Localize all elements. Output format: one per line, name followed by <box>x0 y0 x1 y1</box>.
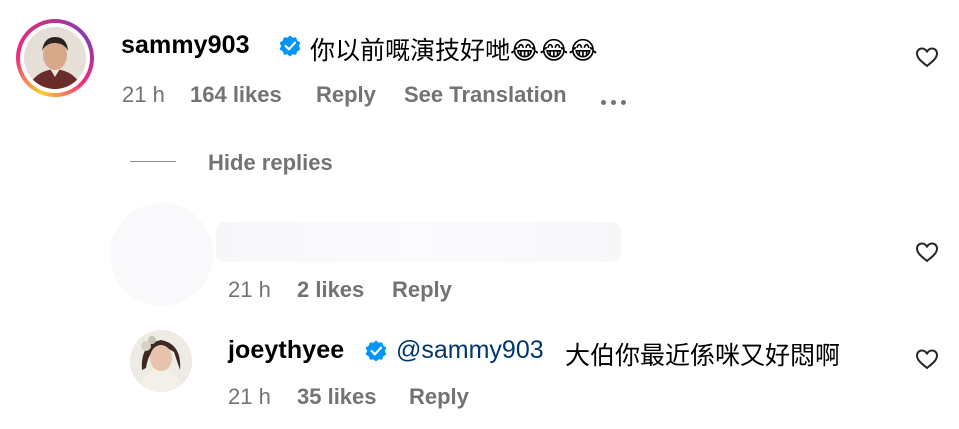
likes-count[interactable]: 35 likes <box>297 384 377 410</box>
verified-badge-icon <box>365 340 387 362</box>
comment-text: 大伯你最近係咪又好悶啊 <box>565 342 841 370</box>
comment-username[interactable]: joeythyee <box>228 336 344 365</box>
comment-time: 21 h <box>122 82 165 107</box>
avatar-image <box>24 27 86 89</box>
reply-button[interactable]: Reply <box>392 277 452 303</box>
comment-text <box>216 222 621 262</box>
heart-icon[interactable] <box>915 241 939 263</box>
comment-time: 21 h <box>228 384 271 409</box>
heart-icon[interactable] <box>915 46 939 68</box>
avatar[interactable] <box>24 27 86 89</box>
verified-badge-icon <box>279 35 301 57</box>
mention-link[interactable]: @sammy903 <box>396 336 544 365</box>
heart-icon[interactable] <box>915 348 939 370</box>
comment-username[interactable]: sammy903 <box>121 31 250 60</box>
avatar[interactable] <box>130 330 192 392</box>
hide-replies-button[interactable]: Hide replies <box>208 150 333 176</box>
comment-text: 你以前嘅演技好哋😂😂😂 <box>310 37 598 65</box>
comment-time: 21 h <box>228 277 271 302</box>
reply-button[interactable]: Reply <box>409 384 469 410</box>
more-options-icon[interactable] <box>601 92 631 110</box>
avatar[interactable] <box>110 203 213 306</box>
avatar-image <box>130 330 192 392</box>
likes-count[interactable]: 2 likes <box>297 277 364 303</box>
see-translation-button[interactable]: See Translation <box>404 82 567 108</box>
replies-divider <box>130 161 176 162</box>
likes-count[interactable]: 164 likes <box>190 82 282 108</box>
reply-button[interactable]: Reply <box>316 82 376 108</box>
